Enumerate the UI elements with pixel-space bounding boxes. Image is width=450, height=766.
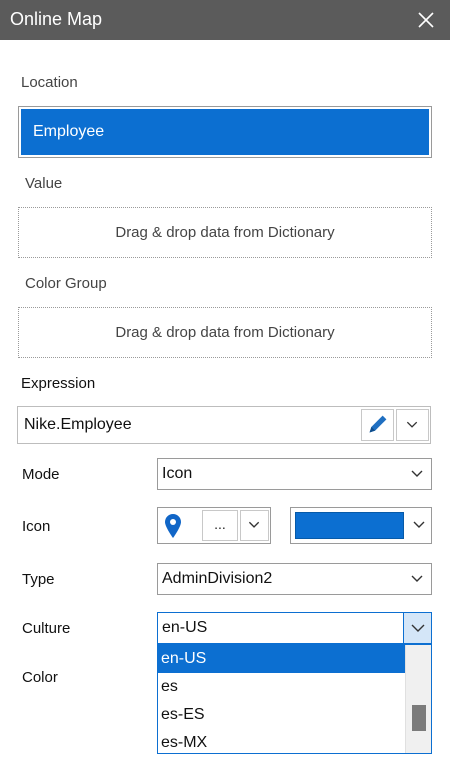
expression-dropdown-button[interactable] [396,409,429,441]
culture-label: Culture [22,620,71,637]
location-field[interactable]: Employee [18,106,432,158]
chevron-down-icon [248,521,260,528]
icon-label: Icon [22,518,51,535]
color-group-label: Color Group [25,275,107,292]
icon-more-button[interactable]: ... [202,510,238,541]
edit-expression-button[interactable] [361,409,394,441]
expression-value[interactable]: Nike.Employee [24,416,132,434]
icon-picker[interactable]: ... [157,507,271,544]
mode-select[interactable]: Icon [157,458,432,490]
color-label: Color [22,669,58,686]
culture-option[interactable]: en-US [158,645,405,673]
chevron-down-icon [413,521,425,528]
chevron-down-icon [406,421,418,428]
culture-dropdown-button[interactable] [403,613,431,643]
value-drop-zone[interactable]: Drag & drop data from Dictionary [18,207,432,258]
culture-select[interactable]: en-US [157,612,432,644]
culture-option[interactable]: es [158,673,431,701]
culture-list-scrollbar[interactable] [405,645,431,753]
mode-value: Icon [162,465,193,482]
culture-option[interactable]: es-ES [158,701,431,729]
culture-options-list[interactable]: en-US es es-ES es-MX [157,644,432,754]
chevron-down-icon [411,575,423,582]
dialog-title-bar: Online Map [0,0,450,40]
type-value: AdminDivision2 [162,570,273,587]
chevron-down-icon [411,470,423,477]
pencil-icon [369,415,387,433]
location-value[interactable]: Employee [21,109,429,155]
value-label: Value [25,175,63,192]
chevron-down-icon [411,624,425,632]
dialog-title: Online Map [10,9,103,29]
location-label: Location [21,74,78,91]
scrollbar-thumb[interactable] [412,705,426,731]
map-pin-icon [165,514,181,538]
color-group-drop-zone[interactable]: Drag & drop data from Dictionary [18,307,432,358]
icon-color-picker[interactable] [290,507,432,544]
culture-option[interactable]: es-MX [158,729,431,753]
culture-value: en-US [162,619,208,636]
expression-label: Expression [21,375,96,392]
type-select[interactable]: AdminDivision2 [157,563,432,595]
icon-dropdown-button[interactable] [240,510,269,541]
mode-label: Mode [22,466,60,483]
icon-color-swatch [295,512,404,539]
expression-field[interactable]: Nike.Employee [17,406,431,444]
close-icon[interactable] [416,10,436,30]
type-label: Type [22,571,55,588]
